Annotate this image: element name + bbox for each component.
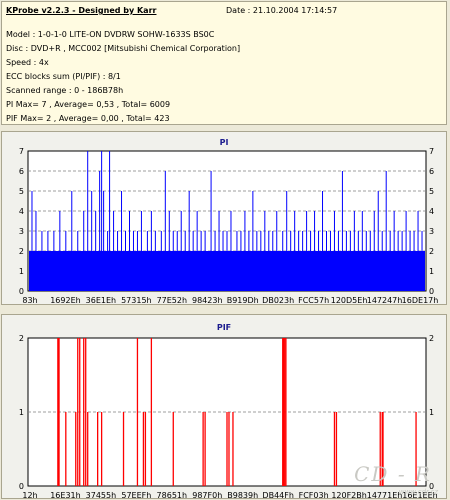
pi-chart-panel: PI 0 0 1 1 2 2 3 3 4 4 5 5 6 6 7 7 83h 1692Eh 36E1Eh 57315h… (1, 131, 447, 305)
info-speed: Speed : 4x (6, 58, 49, 67)
scan-date: Date : 21.10.2004 17:14:57 (226, 6, 338, 15)
pi-xtick: 1692Eh (50, 296, 80, 304)
pif-xtick: 14771Eh (367, 491, 403, 498)
pi-ytick-right: 2 (429, 247, 434, 256)
pif-ytick-left: 1 (19, 408, 24, 417)
pif-xtick: DB44Fh (262, 491, 294, 498)
info-ecc: ECC blocks sum (PI/PIF) : 8/1 (6, 72, 121, 81)
info-model: Model : 1-0-1-0 LITE-ON DVDRW SOHW-1633S… (6, 30, 215, 39)
pi-xtick: 77E52h (157, 296, 187, 304)
pi-ytick-right: 3 (429, 227, 434, 236)
app-title: KProbe v2.2.3 - Designed by Karr (6, 6, 157, 15)
pi-xtick: B919Dh (227, 296, 259, 304)
pif-ytick-right: 1 (429, 408, 434, 417)
pi-ytick-left: 5 (19, 187, 24, 196)
pi-xtick: 83h (22, 296, 37, 304)
pif-xtick: B9839h (227, 491, 258, 498)
info-disc: Disc : DVD+R , MCC002 [Mitsubishi Chemic… (6, 44, 241, 53)
pif-xtick: 16E31h (50, 491, 80, 498)
pif-xtick: FCF03h (299, 491, 329, 498)
pi-ytick-left: 0 (19, 287, 24, 296)
pif-ytick-right: 2 (429, 334, 434, 343)
pi-ytick-right: 7 (429, 147, 434, 156)
pi-ytick-right: 4 (429, 207, 434, 216)
pif-chart-panel: PIF 0 0 1 1 2 2 12h 16E31h 37455h 57EEFh 78651h 987… (1, 314, 447, 499)
pif-xtick: 57EEFh (121, 491, 151, 498)
pi-ytick-left: 4 (19, 207, 24, 216)
pi-ytick-right: 1 (429, 267, 434, 276)
pif-xtick: 120F2Bh (331, 491, 367, 498)
pif-xtick: 37455h (86, 491, 117, 498)
pi-xtick: 16DE17h (402, 296, 439, 304)
info-pi-stats: PI Max= 7 , Average= 0,53 , Total= 6009 (6, 100, 171, 109)
pi-xtick: 120D5Eh (331, 296, 368, 304)
pif-ytick-left: 2 (19, 334, 24, 343)
info-panel: KProbe v2.2.3 - Designed by Karr Date : … (1, 1, 447, 125)
pif-ytick-left: 0 (19, 482, 24, 491)
pi-xtick: DB023h (262, 296, 294, 304)
pi-ytick-left: 2 (19, 247, 24, 256)
pi-ytick-left: 6 (19, 167, 24, 176)
pi-xtick: 57315h (121, 296, 152, 304)
pi-ytick-right: 0 (429, 287, 434, 296)
pi-xtick: 36E1Eh (86, 296, 116, 304)
pi-xtick: FCC57h (298, 296, 329, 304)
pi-ytick-left: 3 (19, 227, 24, 236)
cdr-logo-watermark: CD - R (354, 462, 432, 486)
pif-xtick: 12h (22, 491, 37, 498)
cdr-url-watermark: www.cdr.cz (398, 488, 438, 496)
pi-xtick: 98423h (192, 296, 223, 304)
info-pif-stats: PIF Max= 2 , Average= 0,00 , Total= 423 (6, 114, 170, 123)
pi-ytick-right: 5 (429, 187, 434, 196)
pif-xtick: 78651h (157, 491, 188, 498)
pif-xtick: 987F0h (192, 491, 222, 498)
pi-ytick-right: 6 (429, 167, 434, 176)
pi-xtick: 147247h (367, 296, 403, 304)
pi-ytick-left: 1 (19, 267, 24, 276)
info-range: Scanned range : 0 - 186B78h (6, 86, 124, 95)
pi-chart: 0 0 1 1 2 2 3 3 4 4 5 5 6 6 7 7 83h 1692Eh 36E1Eh 57315h 77E… (19, 147, 439, 304)
pi-ytick-left: 7 (19, 147, 24, 156)
